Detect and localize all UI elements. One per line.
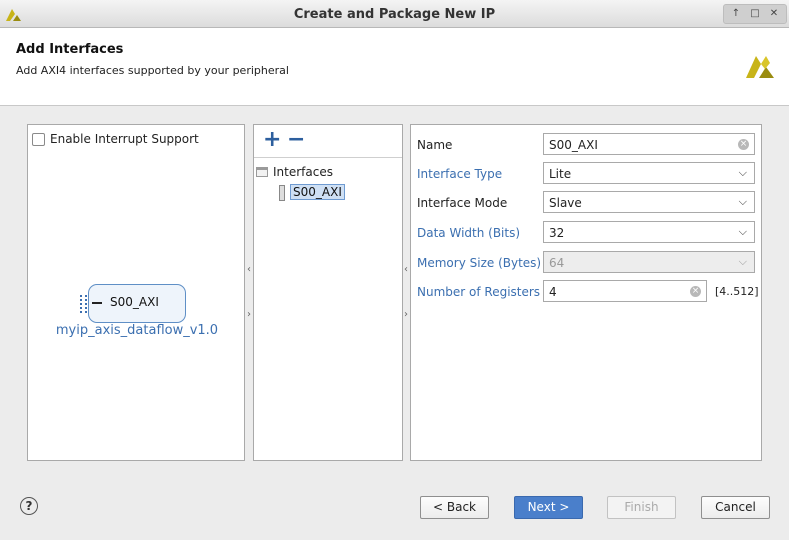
window-controls: ↑ □ ✕ <box>723 4 787 24</box>
tree-item-interfaces[interactable]: Interfaces <box>256 165 333 179</box>
interface-mode-label: Interface Mode <box>417 196 508 210</box>
restore-icon[interactable]: ↑ <box>727 6 745 22</box>
chevron-down-icon: ⌵ <box>738 255 747 268</box>
wizard-header: Add Interfaces Add AXI4 interfaces suppo… <box>0 28 789 106</box>
expand-right-arrow-icon[interactable]: › <box>402 309 410 320</box>
expand-right-arrow-icon[interactable]: › <box>245 309 253 320</box>
chevron-down-icon: ⌵ <box>738 195 747 208</box>
interrupt-support-option[interactable]: Enable Interrupt Support <box>32 132 199 146</box>
interrupt-checkbox[interactable] <box>32 132 45 146</box>
ip-symbol-panel: Enable Interrupt Support S00_AXI myip_ax… <box>27 124 245 461</box>
memory-size-label[interactable]: Memory Size (Bytes) <box>417 256 541 270</box>
num-registers-value: 4 <box>549 285 557 299</box>
page-title: Add Interfaces <box>16 42 124 57</box>
finish-button: Finish <box>607 496 676 519</box>
tree-toolbar: + − <box>254 125 402 158</box>
folder-icon <box>256 167 268 177</box>
pin-connector-icon <box>80 295 87 313</box>
data-width-value: 32 <box>549 226 565 240</box>
window-title: Create and Package New IP <box>293 7 496 22</box>
clear-icon[interactable]: × <box>690 286 701 297</box>
tree-item-label: Interfaces <box>273 165 333 179</box>
interface-type-select[interactable]: Lite ⌵ <box>543 162 755 184</box>
data-width-label[interactable]: Data Width (Bits) <box>417 226 520 240</box>
interfaces-tree-panel: + − Interfaces S00_AXI <box>253 124 403 461</box>
interface-type-label[interactable]: Interface Type <box>417 167 502 181</box>
tree-item-label: S00_AXI <box>290 184 345 200</box>
port-label: S00_AXI <box>110 295 159 309</box>
interface-mode-value: Slave <box>549 196 582 210</box>
remove-interface-button[interactable]: − <box>287 129 305 151</box>
interface-mode-select[interactable]: Slave ⌵ <box>543 191 755 213</box>
num-registers-row: Number of Registers 4 × [4..512] <box>417 280 759 302</box>
close-icon[interactable]: ✕ <box>765 6 783 22</box>
num-registers-label[interactable]: Number of Registers <box>417 285 540 299</box>
tree-item-s00-axi[interactable]: S00_AXI <box>276 184 345 201</box>
maximize-icon[interactable]: □ <box>746 6 764 22</box>
next-button[interactable]: Next > <box>514 496 583 519</box>
page-subtitle: Add AXI4 interfaces supported by your pe… <box>16 64 289 77</box>
chevron-down-icon: ⌵ <box>738 225 747 238</box>
name-value: S00_AXI <box>549 138 598 152</box>
memory-size-select: 64 ⌵ <box>543 251 755 273</box>
add-interface-button[interactable]: + <box>263 129 281 151</box>
ip-name: myip_axis_dataflow_v1.0 <box>55 323 219 338</box>
num-registers-range: [4..512] <box>715 285 759 298</box>
name-label: Name <box>417 138 453 152</box>
memory-size-value: 64 <box>549 256 565 270</box>
clear-icon[interactable]: × <box>738 139 749 150</box>
name-field[interactable]: S00_AXI × <box>543 133 755 155</box>
interface-plug-icon <box>276 185 286 201</box>
interface-type-value: Lite <box>549 167 572 181</box>
interface-properties-panel: Name S00_AXI × Interface Type Lite ⌵ Int… <box>410 124 762 461</box>
vivado-logo-icon <box>746 56 774 78</box>
port-line-icon <box>92 302 102 304</box>
collapse-left-arrow-icon[interactable]: ‹ <box>245 264 253 275</box>
help-button[interactable]: ? <box>20 497 38 515</box>
collapse-left-arrow-icon[interactable]: ‹ <box>402 264 410 275</box>
chevron-down-icon: ⌵ <box>738 166 747 179</box>
data-width-select[interactable]: 32 ⌵ <box>543 221 755 243</box>
back-button[interactable]: < Back <box>420 496 489 519</box>
interrupt-checkbox-label: Enable Interrupt Support <box>50 132 199 146</box>
num-registers-field[interactable]: 4 × <box>543 280 707 302</box>
cancel-button[interactable]: Cancel <box>701 496 770 519</box>
title-bar: Create and Package New IP ↑ □ ✕ <box>0 0 789 28</box>
